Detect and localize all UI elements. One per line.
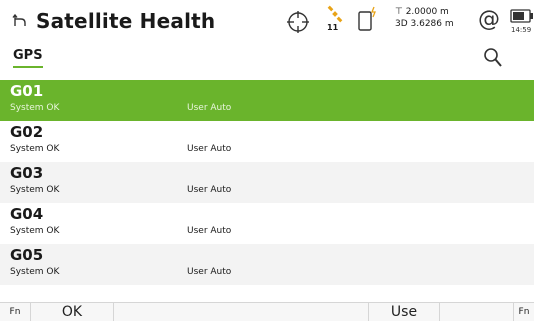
- satellite-name: G01: [10, 82, 44, 100]
- system-status: System OK: [10, 267, 60, 277]
- controller-device-icon[interactable]: [357, 6, 379, 34]
- system-status: System OK: [10, 144, 60, 154]
- header-bar: Satellite Health 11 ⊤ 2.0000 m 3D 3.6286…: [0, 0, 534, 44]
- satellite-count: 11: [327, 23, 339, 32]
- satellite-name: G05: [10, 246, 44, 264]
- satellite-name: G04: [10, 205, 44, 223]
- list-item[interactable]: G04 System OK User Auto: [0, 203, 534, 244]
- user-status: User Auto: [187, 103, 232, 113]
- user-status: User Auto: [187, 267, 232, 277]
- empty-softkey[interactable]: [440, 303, 514, 321]
- battery-icon[interactable]: [510, 8, 534, 23]
- position-quality-line2: 3D 3.6286 m: [395, 19, 454, 29]
- user-status: User Auto: [187, 226, 232, 236]
- list-item[interactable]: G02 System OK User Auto: [0, 121, 534, 162]
- user-status: User Auto: [187, 185, 232, 195]
- page-title: Satellite Health: [36, 9, 216, 33]
- ok-button[interactable]: OK: [31, 303, 114, 321]
- satellite-name: G02: [10, 123, 44, 141]
- satellite-list: G01 System OK User Auto G02 System OK Us…: [0, 80, 534, 302]
- list-item[interactable]: G03 System OK User Auto: [0, 162, 534, 203]
- at-icon[interactable]: @: [478, 8, 500, 32]
- back-arrow-icon[interactable]: [12, 13, 28, 29]
- tab-bar: GPS: [0, 44, 534, 74]
- softkey-bar: Fn OK Use Fn: [0, 302, 534, 321]
- satellite-icon[interactable]: [326, 5, 344, 23]
- tab-gps[interactable]: GPS: [13, 48, 43, 68]
- satellite-name: G03: [10, 164, 44, 182]
- clock-time: 14:59: [511, 26, 532, 34]
- empty-softkey[interactable]: [114, 303, 369, 321]
- position-quality-line1: ⊤ 2.0000 m: [395, 7, 449, 17]
- system-status: System OK: [10, 103, 60, 113]
- fn-left-button[interactable]: Fn: [0, 303, 31, 321]
- system-status: System OK: [10, 226, 60, 236]
- crosshair-icon[interactable]: [286, 10, 310, 34]
- list-item[interactable]: G05 System OK User Auto: [0, 244, 534, 285]
- search-icon[interactable]: [482, 46, 504, 70]
- user-status: User Auto: [187, 144, 232, 154]
- fn-right-button[interactable]: Fn: [514, 303, 534, 321]
- list-item[interactable]: G01 System OK User Auto: [0, 80, 534, 121]
- use-button[interactable]: Use: [369, 303, 440, 321]
- system-status: System OK: [10, 185, 60, 195]
- list-item-partial[interactable]: [0, 285, 534, 302]
